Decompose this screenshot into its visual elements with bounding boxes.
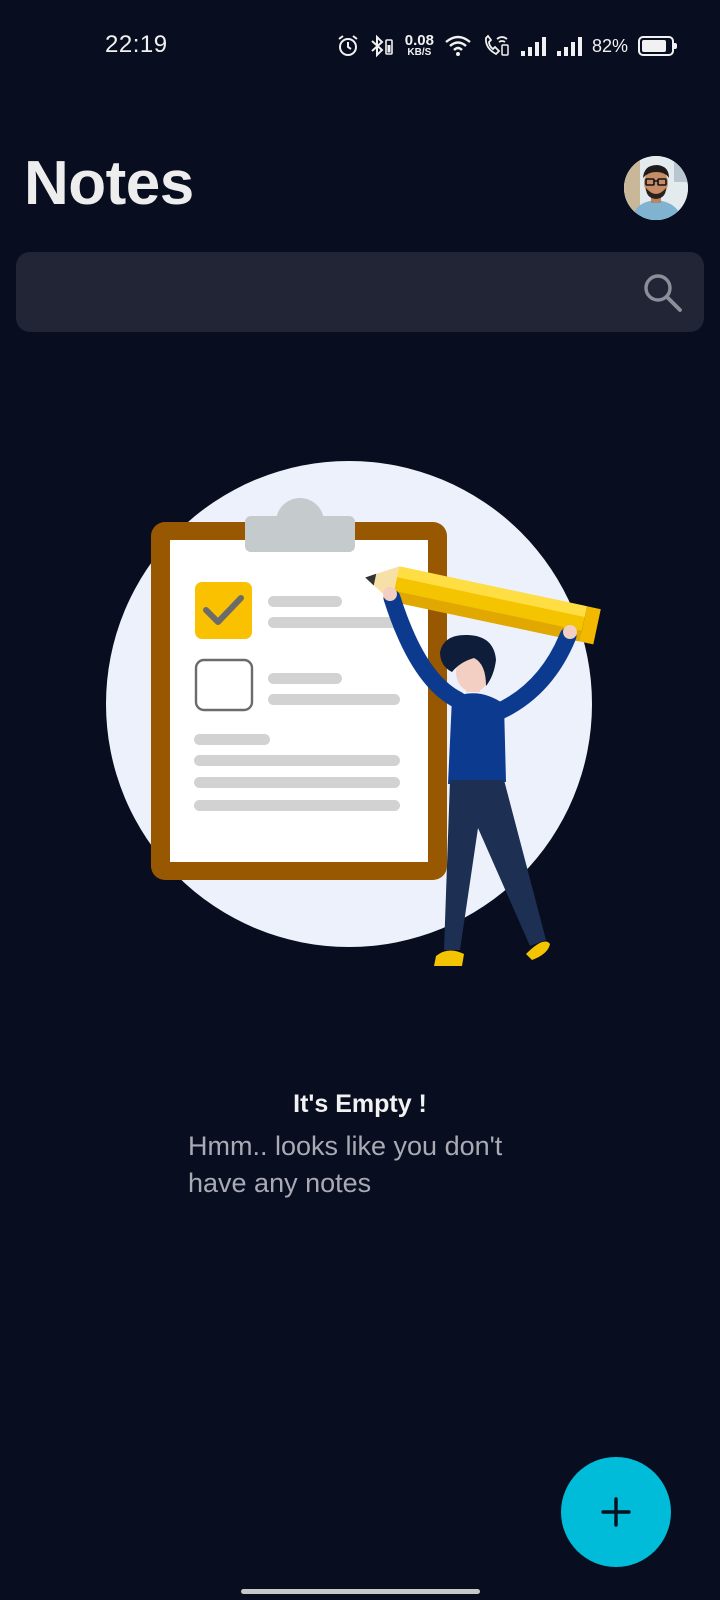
battery-percent: 82% xyxy=(591,35,628,56)
search-bar[interactable] xyxy=(16,252,704,332)
net-speed-unit: KB/S xyxy=(407,46,432,58)
signal-2-icon xyxy=(556,37,582,56)
battery-icon xyxy=(638,36,677,56)
empty-state-title: It's Empty ! xyxy=(293,1090,427,1118)
status-bar: 22:19 0.08 KB/S 82% xyxy=(0,0,720,92)
empty-state-subtitle: Hmm.. looks like you don't have any note… xyxy=(188,1131,503,1198)
alarm-icon xyxy=(338,35,358,56)
gesture-nav-handle[interactable] xyxy=(241,1589,480,1594)
net-speed: 0.08 KB/S xyxy=(405,33,434,58)
notes-screen: 22:19 0.08 KB/S 82% Notes It's Empty ! H… xyxy=(0,0,720,1600)
wifi-calling-icon xyxy=(485,34,509,56)
page-title: Notes xyxy=(24,149,194,218)
wifi-icon xyxy=(445,35,471,56)
signal-1-icon xyxy=(520,37,546,56)
plus-icon xyxy=(601,1497,631,1527)
add-note-button[interactable] xyxy=(561,1457,671,1567)
profile-avatar[interactable] xyxy=(624,156,688,220)
net-speed-value: 0.08 xyxy=(404,31,434,49)
empty-notes-illustration xyxy=(106,461,601,966)
bluetooth-icon xyxy=(371,34,393,58)
search-input[interactable] xyxy=(36,252,616,332)
status-icons: 0.08 KB/S 82% xyxy=(337,32,677,60)
search-icon[interactable] xyxy=(642,272,684,314)
status-time: 22:19 xyxy=(105,31,168,58)
